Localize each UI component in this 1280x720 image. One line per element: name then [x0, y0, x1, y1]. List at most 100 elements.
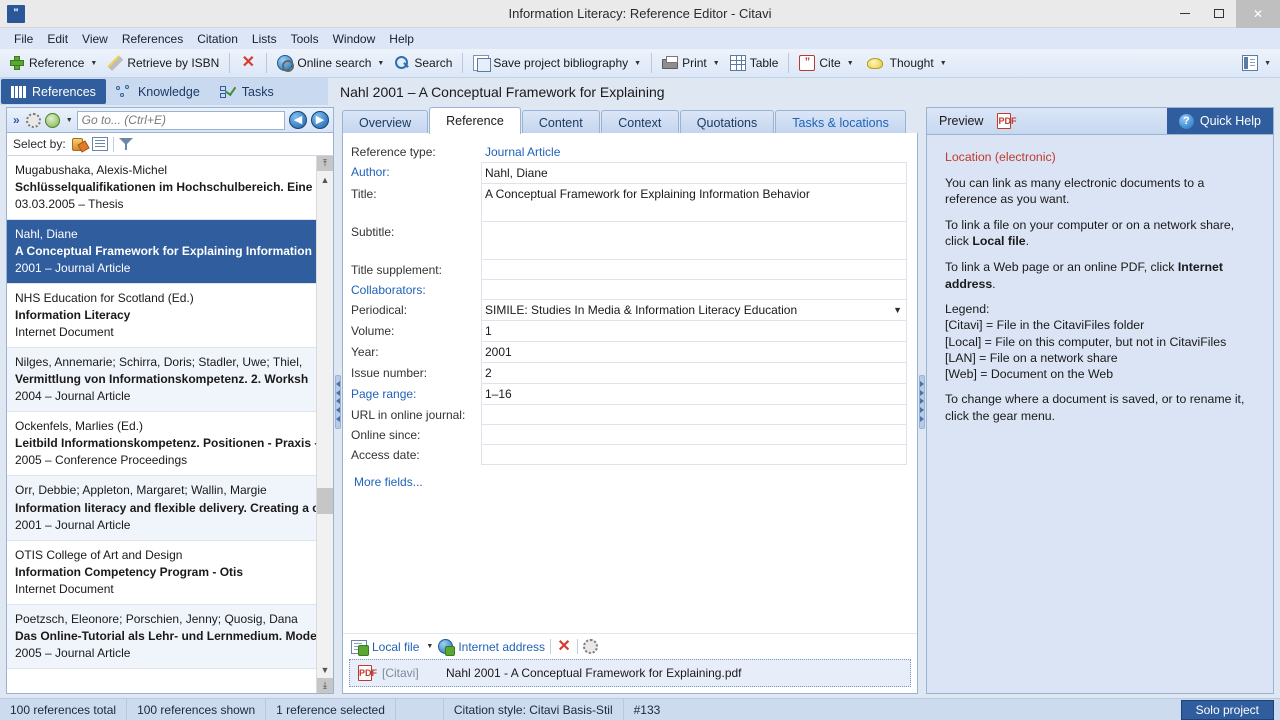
menu-edit[interactable]: Edit — [40, 30, 75, 48]
solo-project-badge[interactable]: Solo project — [1180, 699, 1274, 720]
reference-list-item[interactable]: NHS Education for Scotland (Ed.) Informat… — [7, 284, 316, 349]
field-label[interactable]: Author: — [351, 162, 481, 179]
field-value[interactable]: 1–16 — [481, 384, 907, 405]
field-value[interactable] — [481, 405, 907, 425]
minimize-button[interactable] — [1168, 0, 1202, 28]
reference-list-item[interactable]: Nahl, Diane A Conceptual Framework for Ex… — [7, 220, 316, 285]
field-value[interactable] — [481, 222, 907, 260]
tab-content[interactable]: Content — [521, 110, 600, 134]
attachment-filename[interactable]: Nahl 2001 - A Conceptual Framework for E… — [446, 666, 742, 680]
reference-list-item[interactable]: Orr, Debbie; Appleton, Margaret; Wallin,… — [7, 476, 316, 541]
toolbar-save-bibliography[interactable]: Save project bibliography ▼ — [468, 52, 646, 75]
remove-attachment-icon[interactable]: ✕ — [556, 638, 572, 655]
field-value[interactable] — [481, 280, 907, 300]
field-value[interactable]: Journal Article — [481, 142, 907, 162]
reference-list-item[interactable]: Poetzsch, Eleonore; Porschien, Jenny; Qu… — [7, 604, 316, 669]
chevron-down-icon[interactable]: ▼ — [426, 643, 433, 650]
filter-funnel-icon[interactable] — [118, 137, 133, 151]
field-value[interactable]: 2001 — [481, 342, 907, 363]
toolbar-layout[interactable]: ▼ — [1237, 52, 1276, 75]
field-label[interactable]: Page range: — [351, 384, 481, 401]
menu-file[interactable]: File — [7, 30, 40, 48]
toolbar-delete-reference[interactable]: ✕ — [235, 52, 261, 75]
quick-help-tab[interactable]: ? Quick Help — [1166, 107, 1273, 135]
tab-overview[interactable]: Overview — [342, 110, 429, 134]
attachment-row[interactable]: PDF [Citavi] Nahl 2001 - A Conceptual Fr… — [349, 659, 911, 687]
more-fields-link[interactable]: More fields... — [351, 465, 907, 489]
close-button[interactable]: ✕ — [1236, 0, 1280, 28]
toolbar-new-reference[interactable]: Reference ▼ — [4, 52, 102, 75]
goto-input[interactable]: Go to... (Ctrl+E) — [76, 110, 285, 130]
mode-tab-knowledge[interactable]: Knowledge — [106, 78, 210, 105]
field-value[interactable]: Nahl, Diane — [481, 162, 907, 184]
chevron-down-icon[interactable]: ▼ — [887, 302, 902, 318]
scroll-top-button[interactable]: ⤒ — [317, 156, 333, 171]
right-splitter[interactable] — [918, 105, 926, 698]
legend-item: [Web] = Document on the Web — [945, 367, 1114, 382]
menu-tools[interactable]: Tools — [284, 30, 326, 48]
preview-tab[interactable]: Preview — [939, 114, 983, 128]
toolbar-online-search[interactable]: Online search ▼ — [272, 52, 389, 75]
splitter-grip[interactable] — [335, 374, 341, 429]
toolbar-table[interactable]: Table — [725, 52, 784, 75]
reference-list-item[interactable]: Nilges, Annemarie; Schirra, Doris; Stadl… — [7, 348, 316, 413]
toolbar-cite[interactable]: ” Cite ▼ — [794, 52, 858, 75]
reference-title: Das Online-Tutorial als Lehr- und Lernme… — [15, 628, 316, 643]
field-value[interactable] — [481, 260, 907, 280]
field-value[interactable] — [481, 425, 907, 445]
status-record-number: #133 — [633, 702, 661, 717]
menu-citation[interactable]: Citation — [190, 30, 245, 48]
local-file-button[interactable]: Local file — [372, 640, 419, 654]
field-value[interactable]: SIMILE: Studies In Media & Information L… — [481, 300, 907, 321]
field-value[interactable]: 2 — [481, 363, 907, 384]
tab-reference[interactable]: Reference — [429, 107, 521, 134]
left-splitter[interactable] — [334, 105, 342, 698]
menu-view[interactable]: View — [75, 30, 115, 48]
reference-list[interactable]: Mugabushaka, Alexis-Michel Schlüsselquali… — [7, 156, 316, 693]
field-value[interactable]: 1 — [481, 321, 907, 342]
field-value[interactable] — [481, 445, 907, 465]
chevron-down-icon[interactable]: ▼ — [66, 117, 73, 124]
tab-tasks-locations[interactable]: Tasks & locations — [775, 110, 906, 134]
tab-quotations[interactable]: Quotations — [679, 110, 775, 134]
select-list-icon[interactable] — [91, 137, 108, 151]
nav-back-button[interactable]: ◀ — [289, 111, 307, 129]
local-file-icon[interactable] — [351, 639, 369, 656]
scroll-down-arrow-icon[interactable]: ▼ — [317, 661, 333, 678]
nav-forward-button[interactable]: ▶ — [311, 111, 329, 129]
internet-address-icon[interactable] — [438, 639, 456, 656]
menu-help[interactable]: Help — [382, 30, 421, 48]
toolbar-retrieve-by-isbn[interactable]: Retrieve by ISBN — [102, 52, 224, 75]
highlight-brush-icon[interactable] — [70, 137, 87, 151]
splitter-grip[interactable] — [919, 374, 925, 429]
menu-window[interactable]: Window — [326, 30, 383, 48]
mode-tab-tasks[interactable]: Tasks — [210, 78, 284, 105]
toolbar-save-bibliography-label: Save project bibliography — [493, 56, 629, 70]
reference-list-item[interactable]: OTIS College of Art and Design Informatio… — [7, 541, 316, 605]
tab-context[interactable]: Context — [600, 110, 679, 134]
reference-list-scrollbar[interactable]: ⤒ ▲ ▼ ⤓ — [316, 156, 333, 693]
gear-icon[interactable] — [25, 112, 41, 128]
scroll-bottom-button[interactable]: ⤓ — [317, 678, 333, 693]
scroll-thumb[interactable] — [317, 488, 333, 514]
pdf-icon[interactable]: PDF — [997, 113, 1016, 129]
status-citation-style[interactable]: Citation style: Citavi Basis-Stil — [444, 698, 624, 720]
history-clock-icon[interactable] — [44, 112, 60, 128]
scroll-track[interactable] — [317, 188, 333, 661]
toolbar-print[interactable]: Print ▼ — [657, 52, 725, 75]
menu-lists[interactable]: Lists — [245, 30, 284, 48]
mode-tab-references[interactable]: References — [1, 79, 106, 104]
field-label[interactable]: Collaborators: — [351, 280, 481, 297]
field-value[interactable]: A Conceptual Framework for Explaining In… — [481, 184, 907, 222]
attachment-gear-icon[interactable] — [583, 639, 599, 654]
internet-address-button[interactable]: Internet address — [458, 640, 545, 654]
maximize-button[interactable] — [1202, 0, 1236, 28]
reference-list-item[interactable]: Ockenfels, Marlies (Ed.) Leitbild Informa… — [7, 412, 316, 477]
menu-references[interactable]: References — [115, 30, 190, 48]
form-row: Volume: 1 — [351, 321, 907, 342]
reference-list-item[interactable]: Mugabushaka, Alexis-Michel Schlüsselquali… — [7, 156, 316, 221]
toolbar-thought[interactable]: Thought ▼ — [859, 52, 952, 75]
expand-chevron-icon[interactable]: » — [11, 113, 22, 127]
scroll-up-arrow-icon[interactable]: ▲ — [317, 171, 333, 188]
toolbar-search[interactable]: Search — [389, 52, 457, 75]
